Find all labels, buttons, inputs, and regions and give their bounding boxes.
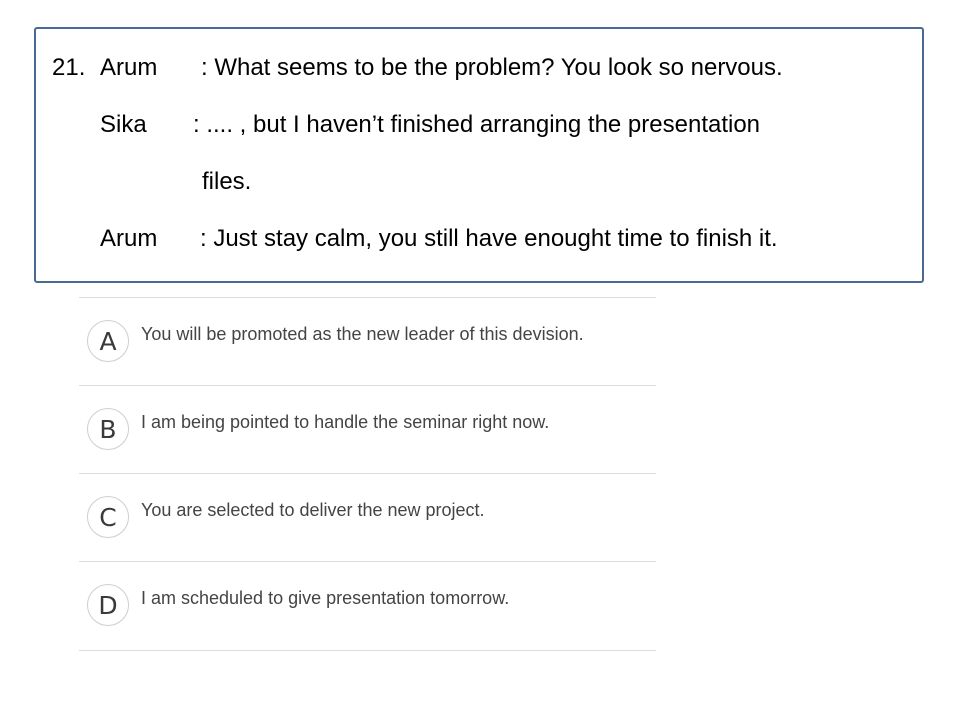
option-text[interactable]: You will be promoted as the new leader o… xyxy=(141,324,584,345)
answer-options: A You will be promoted as the new leader… xyxy=(79,297,656,651)
dialogue-speaker: Arum xyxy=(100,225,158,252)
option-d[interactable]: D I am scheduled to give presentation to… xyxy=(79,561,656,651)
dialogue-line-continuation: files. xyxy=(202,168,252,195)
option-a[interactable]: A You will be promoted as the new leader… xyxy=(79,297,656,385)
option-text[interactable]: I am scheduled to give presentation tomo… xyxy=(141,588,509,609)
dialogue-speaker: Sika xyxy=(100,111,147,138)
option-text[interactable]: You are selected to deliver the new proj… xyxy=(141,500,485,521)
dialogue-line: : .... , but I haven’t finished arrangin… xyxy=(193,111,761,138)
dialogue-speaker: Arum xyxy=(100,54,158,81)
dialogue-line: : What seems to be the problem? You look… xyxy=(201,54,783,81)
option-letter-badge[interactable]: A xyxy=(87,320,129,362)
question-number: 21. xyxy=(52,54,86,81)
option-b[interactable]: B I am being pointed to handle the semin… xyxy=(79,385,656,473)
question-box: 21. Arum : What seems to be the problem?… xyxy=(34,27,924,283)
option-letter-badge[interactable]: C xyxy=(87,496,129,538)
option-letter-badge[interactable]: D xyxy=(87,584,129,626)
option-text[interactable]: I am being pointed to handle the seminar… xyxy=(141,412,549,433)
option-letter-badge[interactable]: B xyxy=(87,408,129,450)
dialogue-line: : Just stay calm, you still have enought… xyxy=(200,225,778,252)
option-c[interactable]: C You are selected to deliver the new pr… xyxy=(79,473,656,561)
